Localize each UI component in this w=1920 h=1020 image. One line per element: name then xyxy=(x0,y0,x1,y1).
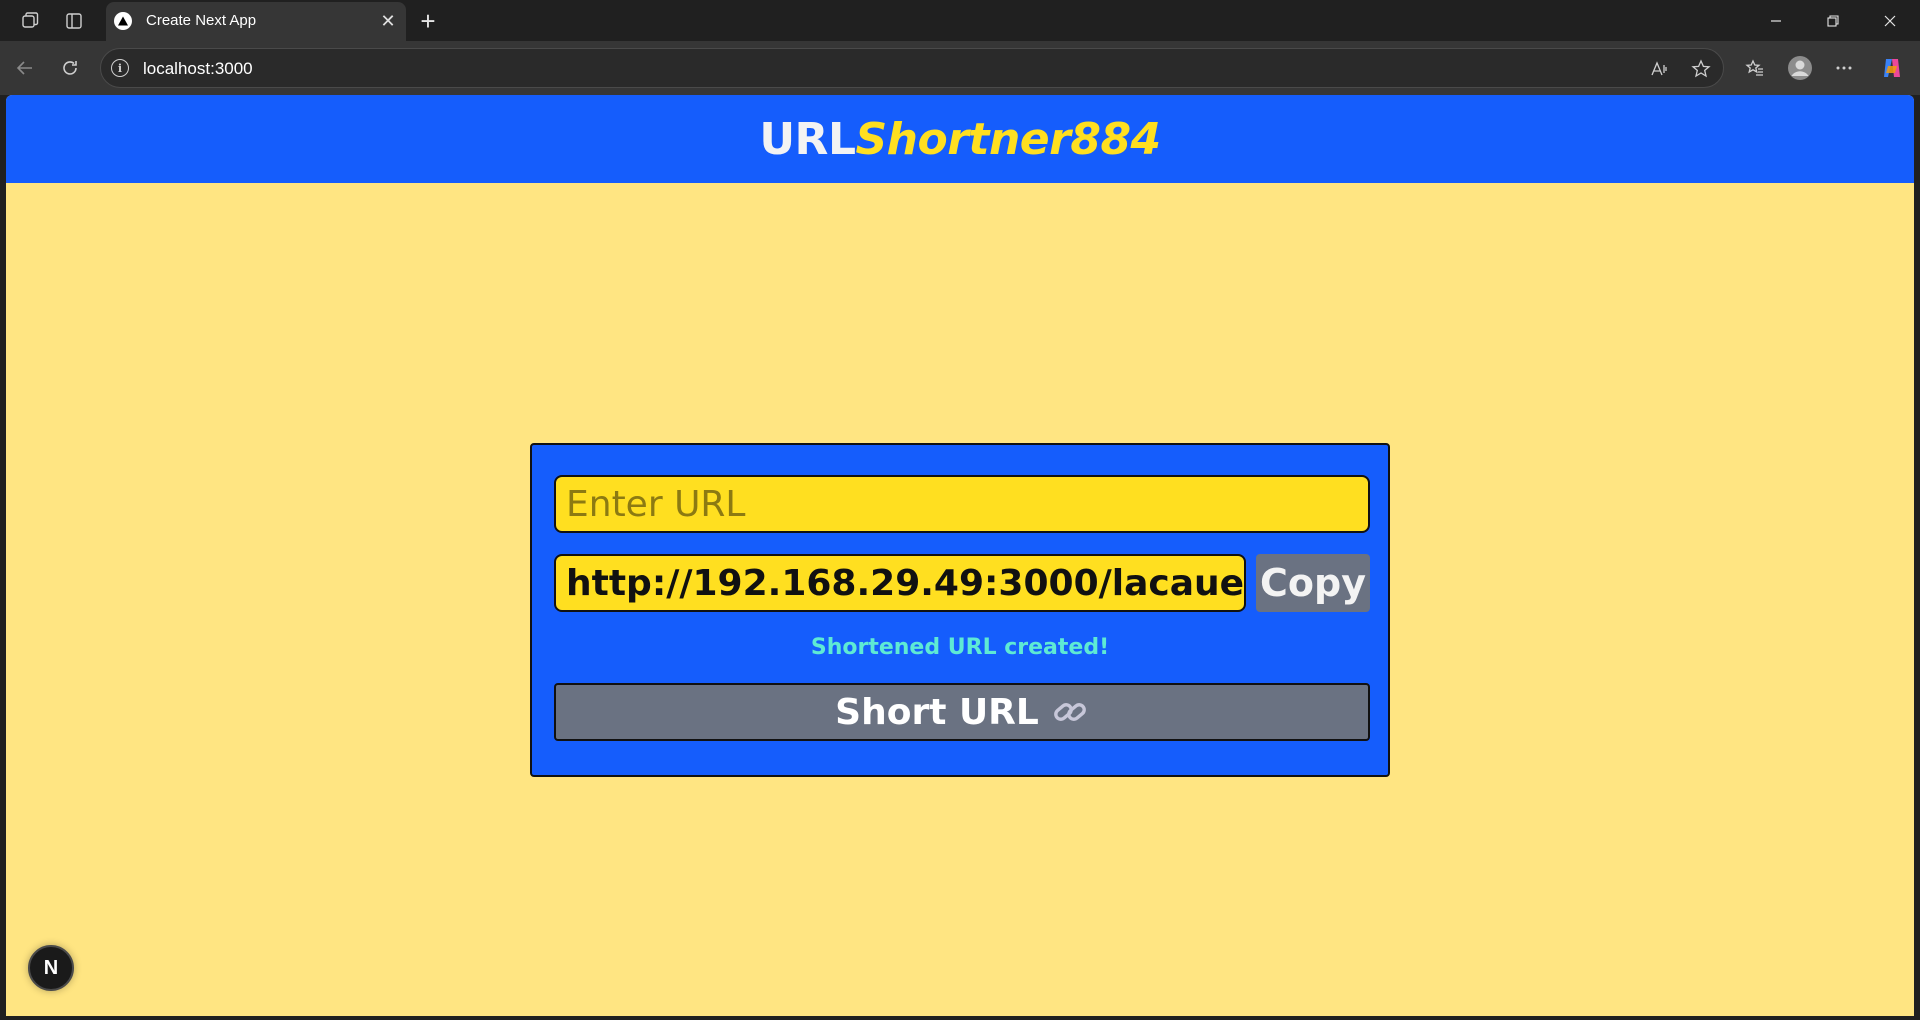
short-url-field[interactable]: http://192.168.29.49:3000/lacaue xyxy=(554,554,1246,612)
active-tab[interactable]: Create Next App ✕ xyxy=(106,2,406,41)
nextjs-dev-indicator[interactable]: N xyxy=(28,945,74,991)
favorite-star-icon[interactable] xyxy=(1689,57,1713,81)
workspaces-icon[interactable] xyxy=(17,8,43,34)
link-icon xyxy=(1051,693,1089,731)
browser-tabstrip: Create Next App ✕ + xyxy=(0,0,1920,41)
address-bar[interactable]: i localhost:3000 xyxy=(100,48,1724,88)
favorites-icon[interactable] xyxy=(1741,54,1769,82)
browser-toolbar: i localhost:3000 xyxy=(0,41,1920,95)
page-viewport: URLShortner884 http://192.168.29.49:3000… xyxy=(6,95,1914,1016)
shortener-card: http://192.168.29.49:3000/lacaue Copy Sh… xyxy=(530,443,1390,777)
address-text: localhost:3000 xyxy=(143,59,253,78)
brand-suffix: Shortner884 xyxy=(855,113,1161,165)
vertical-tabs-icon[interactable] xyxy=(61,8,87,34)
tab-title: Create Next App xyxy=(146,12,257,29)
close-tab-icon[interactable]: ✕ xyxy=(378,11,398,31)
short-url-button[interactable]: Short URL xyxy=(554,683,1370,741)
copy-button[interactable]: Copy xyxy=(1256,554,1370,612)
brand-prefix: URL xyxy=(759,113,856,165)
close-window-icon[interactable] xyxy=(1862,0,1918,41)
profile-avatar-icon[interactable] xyxy=(1786,54,1814,82)
brand-logo[interactable]: URLShortner884 xyxy=(759,113,1161,165)
status-message: Shortened URL created! xyxy=(810,635,1110,660)
restore-icon[interactable] xyxy=(1805,0,1861,41)
minimize-icon[interactable] xyxy=(1748,0,1804,41)
site-header: URLShortner884 xyxy=(6,95,1914,183)
short-url-button-label: Short URL xyxy=(835,691,1039,733)
copilot-icon[interactable] xyxy=(1878,54,1906,82)
site-info-icon[interactable]: i xyxy=(111,59,129,77)
read-aloud-icon[interactable] xyxy=(1647,57,1671,81)
nextjs-favicon-icon xyxy=(114,12,132,30)
refresh-icon[interactable] xyxy=(56,54,84,82)
back-icon[interactable] xyxy=(11,54,39,82)
new-tab-icon[interactable]: + xyxy=(414,6,442,36)
url-input[interactable] xyxy=(554,475,1370,533)
more-options-icon[interactable] xyxy=(1830,54,1858,82)
